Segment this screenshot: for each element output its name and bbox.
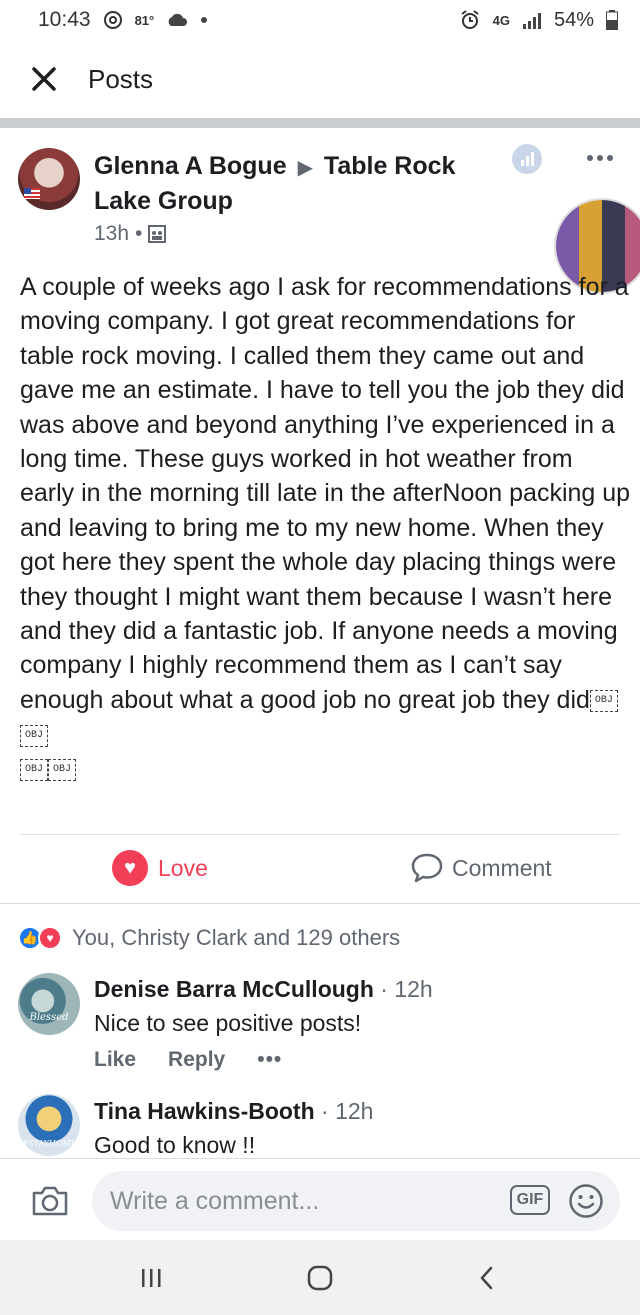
more-dot-icon [607, 155, 613, 161]
comment-more-button[interactable]: ••• [257, 1048, 282, 1072]
camera-icon [32, 1186, 68, 1216]
insights-icon[interactable] [512, 144, 542, 174]
smiley-icon [569, 1184, 603, 1218]
post-meta: 13h • [94, 222, 167, 246]
avatar-caption: Blessed [29, 1012, 69, 1023]
post-author-line: Glenna A Bogue ▶ Table Rock Lake Group [94, 150, 474, 218]
system-nav-bar [0, 1240, 640, 1315]
divider [20, 834, 620, 835]
camera-button[interactable] [30, 1181, 70, 1221]
commenter-name-line: Tina Hawkins-Booth · 12h [94, 1098, 373, 1125]
comment-actions: Like Reply ••• [94, 1048, 282, 1072]
comment-text: Nice to see positive posts! [94, 1010, 362, 1036]
close-button[interactable] [28, 63, 60, 95]
emoji-button[interactable] [568, 1183, 604, 1219]
recent-apps-button[interactable] [126, 1258, 176, 1298]
comment-label: Comment [452, 854, 552, 881]
commenter-name-line: Denise Barra McCullough · 12h [94, 976, 433, 1003]
home-icon [307, 1265, 333, 1291]
love-reaction-icon: ♥ [38, 926, 62, 950]
comment-time: · 12h [380, 976, 433, 1002]
cloud-icon [166, 13, 188, 27]
network-type: 4G [492, 12, 510, 28]
battery-icon [606, 10, 618, 30]
back-icon [480, 1266, 493, 1290]
header-divider [0, 118, 640, 128]
notification-dot-icon [200, 16, 208, 24]
flag-icon [24, 188, 40, 199]
more-dot-icon [597, 155, 603, 161]
emoji-placeholder-icon: OBJ [20, 759, 48, 782]
threads-icon [103, 10, 123, 30]
author-avatar[interactable] [18, 148, 80, 210]
emoji-placeholder-icon: OBJ [48, 759, 76, 782]
comment-time: · 12h [321, 1098, 374, 1124]
group-privacy-icon [148, 225, 167, 243]
commenter-avatar[interactable]: Blessed [18, 973, 80, 1035]
commenter-name[interactable]: Tina Hawkins-Booth [94, 1098, 315, 1124]
reactions-count-text: You, Christy Clark and 129 others [72, 925, 401, 950]
alarm-icon [459, 9, 481, 31]
love-label: Love [158, 854, 208, 881]
close-icon [32, 67, 56, 91]
home-button[interactable] [295, 1258, 345, 1298]
post-more-button[interactable] [582, 146, 618, 170]
avatar-caption: #STAYHOME [21, 1139, 77, 1148]
post-body: A couple of weeks ago I ask for recommen… [20, 270, 632, 786]
comment-like-button[interactable]: Like [94, 1048, 136, 1072]
status-time: 10:43 [38, 8, 91, 31]
comment-reply-button[interactable]: Reply [168, 1048, 225, 1072]
comment-icon [411, 853, 443, 883]
signal-icon [522, 11, 542, 29]
heart-icon: ♥ [112, 850, 148, 886]
post-action-bar: ♥ Love Comment [0, 840, 640, 898]
comment-text: Good to know !! [94, 1132, 256, 1158]
back-button[interactable] [462, 1258, 512, 1298]
post-header: Glenna A Bogue ▶ Table Rock Lake Group 1… [0, 140, 640, 294]
emoji-placeholder-icon: OBJ [20, 724, 48, 747]
post-text: A couple of weeks ago I ask for recommen… [20, 273, 631, 714]
emoji-placeholder-icon: OBJ [589, 690, 618, 713]
meta-separator: • [135, 222, 143, 245]
more-dot-icon [587, 155, 593, 161]
post-time[interactable]: 13h [94, 222, 129, 246]
love-button[interactable]: ♥ Love [112, 850, 208, 886]
commenter-name[interactable]: Denise Barra McCullough [94, 976, 374, 1002]
gif-button[interactable]: GIF [510, 1185, 550, 1215]
status-bar: 10:43 81° 4G 54% [0, 0, 640, 40]
battery-percentage: 54% [553, 8, 594, 31]
reaction-icons: 👍 ♥ [18, 926, 62, 950]
page-title: Posts [88, 63, 154, 94]
comment-button[interactable]: Comment [410, 852, 552, 884]
reactions-summary[interactable]: 👍 ♥ You, Christy Clark and 129 others [0, 916, 640, 960]
comment-composer: GIF [0, 1158, 640, 1240]
commenter-avatar[interactable]: #STAYHOME [18, 1094, 80, 1156]
status-temperature: 81° [134, 12, 155, 28]
arrow-right-icon: ▶ [297, 157, 313, 179]
top-bar: Posts [0, 40, 640, 118]
recent-apps-icon [142, 1269, 161, 1287]
author-name[interactable]: Glenna A Bogue [94, 152, 287, 180]
divider [0, 903, 640, 904]
